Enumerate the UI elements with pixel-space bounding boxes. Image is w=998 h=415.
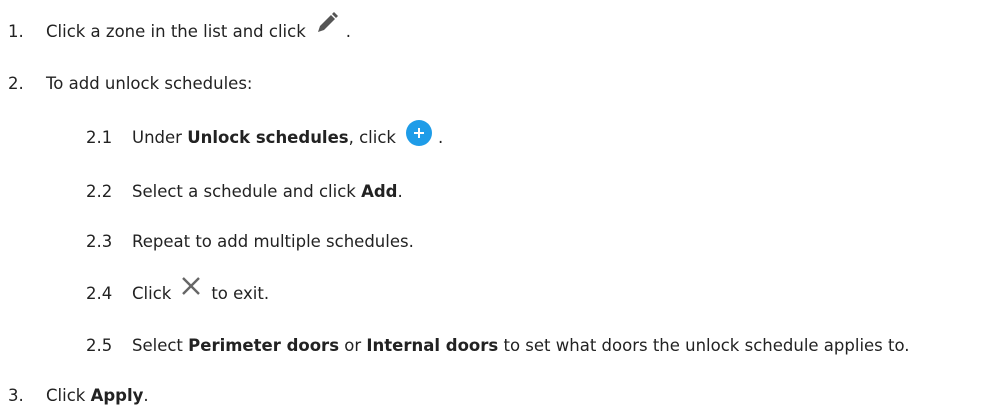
substep-text-end: . [437, 128, 444, 147]
step-2: 2. To add unlock schedules: [0, 74, 252, 93]
substep-text: Under [132, 128, 188, 147]
step-text: To add unlock schedules: [46, 74, 253, 93]
substep-text-mid: , click [348, 128, 396, 147]
step-text-end: . [143, 386, 149, 405]
close-icon [181, 276, 201, 300]
substep-text: Select [132, 336, 189, 355]
substep-number: 2.2 [86, 182, 113, 201]
substep-number: 2.5 [86, 336, 113, 355]
substep-text: Select a schedule and click [132, 182, 362, 201]
substep-bold: Add [361, 182, 398, 201]
step-2-2: 2.2 Select a schedule and click Add . [86, 182, 403, 201]
step-text-end: . [345, 22, 352, 41]
step-text: Click [46, 386, 91, 405]
substep-number: 2.3 [86, 232, 113, 251]
substep-number: 2.1 [86, 128, 113, 147]
substep-bold-1: Perimeter doors [188, 336, 340, 355]
substep-text: Repeat to add multiple schedules. [132, 232, 414, 251]
pencil-icon [316, 11, 338, 38]
step-number: 2. [8, 74, 24, 93]
step-2-5: 2.5 Select Perimeter doors or Internal d… [86, 336, 910, 355]
step-bold: Apply [90, 386, 144, 405]
step-text: Click a zone in the list and click [46, 22, 306, 41]
substep-text-end: . [397, 182, 403, 201]
step-3: 3. Click Apply . [0, 386, 149, 405]
substep-bold: Unlock schedules [187, 128, 349, 147]
step-number: 3. [8, 386, 24, 405]
substep-text-end: to set what doors the unlock schedule ap… [498, 336, 910, 355]
step-1: 1. Click a zone in the list and click . [0, 11, 352, 41]
step-2-3: 2.3 Repeat to add multiple schedules. [86, 232, 414, 251]
substep-number: 2.4 [86, 284, 113, 303]
substep-text: Click [132, 284, 172, 303]
substep-text-end: to exit. [211, 284, 270, 303]
step-number: 1. [8, 22, 24, 41]
step-2-1: 2.1 Under Unlock schedules , click . [86, 119, 444, 147]
substep-bold-2: Internal doors [366, 336, 499, 355]
add-circle-icon [405, 119, 432, 146]
step-2-4: 2.4 Click to exit. [86, 276, 270, 303]
substep-text-mid: or [339, 336, 367, 355]
